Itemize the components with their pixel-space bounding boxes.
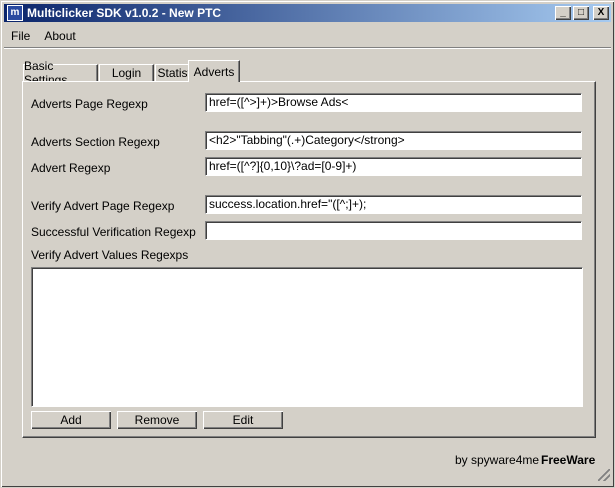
adverts-section-regexp-input[interactable]: <h2>"Tabbing"(.+)Category</strong>	[205, 131, 582, 150]
tab-basic-settings[interactable]: Basic Settings	[23, 59, 98, 87]
license-label: FreeWare	[541, 453, 596, 467]
adverts-page-regexp-label: Adverts Page Regexp	[31, 97, 148, 111]
verify-advert-page-regexp-label: Verify Advert Page Regexp	[31, 199, 175, 213]
maximize-button[interactable]: □	[573, 6, 589, 20]
verify-advert-values-label: Verify Advert Values Regexps	[31, 248, 189, 262]
advert-regexp-input[interactable]: href=([^?]{0,10}\?ad=[0-9]+)	[205, 157, 582, 176]
add-button[interactable]: Add	[31, 411, 111, 429]
author-credit: by spyware4me	[455, 453, 540, 467]
resize-grip-icon[interactable]	[598, 469, 610, 481]
tab-adverts[interactable]: Adverts	[188, 60, 240, 82]
adverts-page-regexp-input[interactable]: href=([^>]+)>Browse Ads<	[205, 93, 582, 112]
verify-advert-values-list[interactable]	[31, 267, 583, 407]
app-icon: m	[7, 5, 23, 21]
adverts-section-regexp-label: Adverts Section Regexp	[31, 135, 160, 149]
edit-button[interactable]: Edit	[203, 411, 283, 429]
title-bar[interactable]: m Multiclicker SDK v1.0.2 - New PTC _ □ …	[4, 4, 611, 22]
verify-advert-page-regexp-input[interactable]: success.location.href="([^;]+);	[205, 195, 582, 214]
successful-verification-regexp-label: Successful Verification Regexp	[31, 225, 196, 239]
minimize-button[interactable]: _	[555, 6, 571, 20]
menu-divider	[4, 47, 611, 49]
status-bar: by spyware4me FreeWare	[4, 444, 611, 482]
app-window: m Multiclicker SDK v1.0.2 - New PTC _ □ …	[0, 0, 615, 488]
remove-button[interactable]: Remove	[117, 411, 197, 429]
window-controls: _ □ X	[555, 6, 609, 20]
menu-bar: File About	[4, 26, 83, 46]
menu-about[interactable]: About	[37, 27, 82, 45]
successful-verification-regexp-input[interactable]	[205, 221, 582, 240]
close-button[interactable]: X	[593, 6, 609, 20]
tab-login[interactable]: Login	[99, 64, 154, 81]
window-title: Multiclicker SDK v1.0.2 - New PTC	[27, 6, 222, 20]
menu-file[interactable]: File	[4, 27, 37, 45]
advert-regexp-label: Advert Regexp	[31, 161, 111, 175]
